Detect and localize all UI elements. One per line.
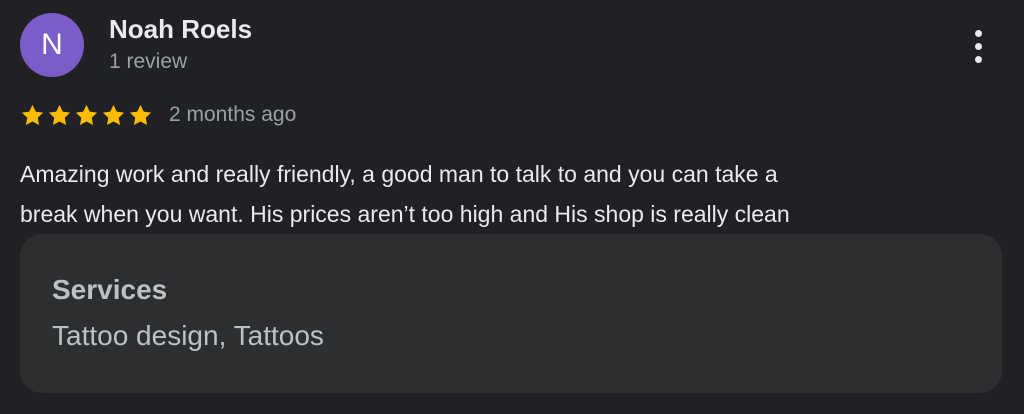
review-date: 2 months ago: [169, 103, 297, 126]
review-text-line: break when you want. His prices aren’t t…: [20, 201, 790, 227]
star-rating: [20, 103, 153, 128]
review-text: Amazing work and really friendly, a good…: [20, 154, 990, 234]
services-value: Tattoo design, Tattoos: [52, 320, 324, 351]
more-options-button[interactable]: [960, 22, 996, 70]
review-text-line: Amazing work and really friendly, a good…: [20, 161, 778, 187]
more-vert-icon: [974, 29, 982, 37]
star-icon: [48, 104, 71, 125]
review-count[interactable]: 1 review: [109, 50, 187, 74]
star-icon: [75, 104, 98, 125]
services-label: Services: [52, 274, 168, 305]
services-card: Services Tattoo design, Tattoos: [20, 234, 1002, 393]
more-vert-icon-dot: [974, 55, 982, 63]
reviewer-name[interactable]: Noah Roels: [109, 14, 252, 45]
more-vert-icon-dot: [974, 42, 982, 50]
star-icon: [21, 104, 44, 125]
rating-row: 2 months ago: [20, 99, 296, 131]
avatar[interactable]: N: [20, 13, 84, 77]
star-icon: [129, 104, 152, 125]
star-icon: [102, 104, 125, 125]
